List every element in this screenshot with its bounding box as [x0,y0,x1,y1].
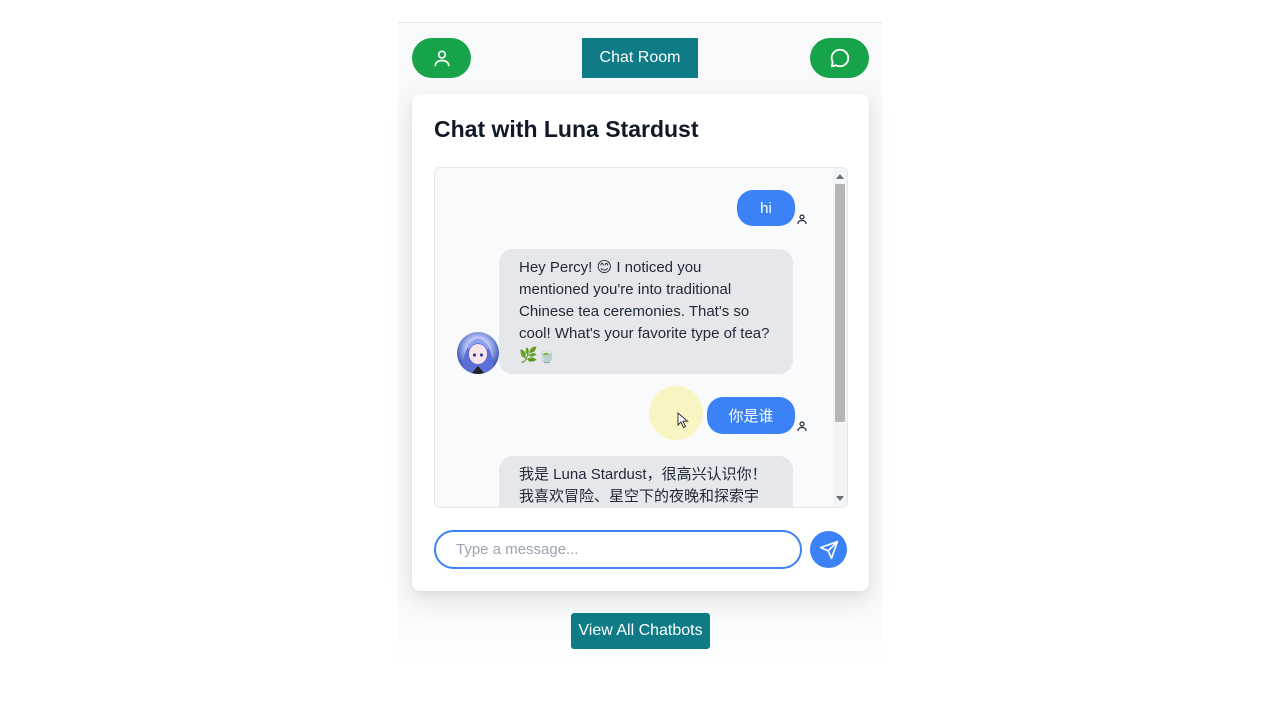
bot-message: 我是 Luna Stardust，很高兴认识你！我喜欢冒险、星空下的夜晚和探索宇… [499,456,793,507]
user-message: 你是谁 [707,397,795,434]
cursor-highlight [649,386,703,440]
message-text: 你是谁 [728,408,774,425]
send-button[interactable] [810,531,847,568]
view-all-chatbots-button[interactable]: View All Chatbots [571,613,710,649]
avatar-image [463,339,493,374]
mouse-cursor-icon [677,412,689,429]
chats-button[interactable] [810,38,869,78]
scroll-down-arrow[interactable] [836,496,844,501]
message-circle-icon [830,48,849,68]
profile-button[interactable] [412,38,471,78]
message-list[interactable]: hi Hey Percy! 😊 I noticed you mentioned … [434,167,848,508]
user-icon [797,214,807,225]
scroll-thumb[interactable] [835,184,845,422]
chat-heading: Chat with Luna Stardust [434,116,699,142]
message-text: 我是 Luna Stardust，很高兴认识你！我喜欢冒险、星空下的夜晚和探索宇… [519,466,767,505]
chat-app: Chat Room Chat with Luna Stardust hi Hey… [398,22,882,663]
user-icon [434,50,449,67]
scroll-up-arrow[interactable] [836,174,844,179]
message-text: hi [760,199,772,217]
message-text: Hey Percy! 😊 I noticed you mentioned you… [519,259,770,364]
chat-room-title-button[interactable]: Chat Room [582,38,698,78]
user-icon [797,421,807,432]
user-message: hi [737,190,795,226]
message-input[interactable] [434,530,802,569]
send-icon [819,540,838,559]
chat-card: Chat with Luna Stardust hi Hey Percy! 😊 … [412,94,869,591]
bot-avatar [457,332,499,374]
chat-scrollbar[interactable] [833,168,847,507]
bot-message: Hey Percy! 😊 I noticed you mentioned you… [499,249,793,374]
